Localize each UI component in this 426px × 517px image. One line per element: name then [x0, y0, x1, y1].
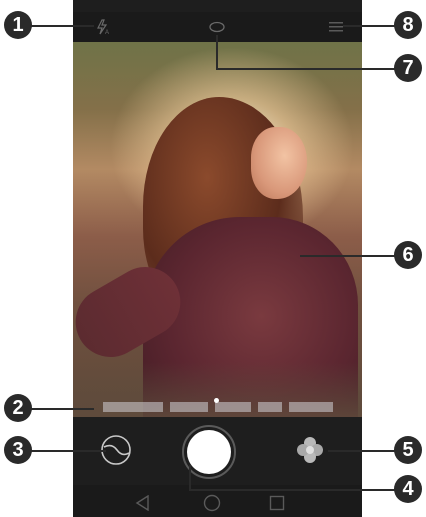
- callout-leader-4: [189, 489, 407, 491]
- camera-viewfinder[interactable]: [73, 42, 362, 417]
- camera-mode-item[interactable]: [169, 402, 208, 412]
- shutter-icon[interactable]: [187, 430, 231, 474]
- callout-3: 3: [4, 436, 32, 464]
- page-indicator-dot: [214, 398, 219, 403]
- callout-5: 5: [394, 436, 422, 464]
- home-circle-icon[interactable]: [203, 494, 221, 512]
- callout-leader-7: [216, 68, 408, 70]
- callout-7: 7: [394, 54, 422, 82]
- camera-mode-item[interactable]: [214, 402, 251, 412]
- camera-mode-item[interactable]: [257, 402, 282, 412]
- back-triangle-icon[interactable]: [135, 495, 151, 511]
- phone-screen: A: [73, 0, 362, 517]
- filter-flower-icon[interactable]: [295, 435, 325, 465]
- callout-1: 1: [4, 11, 32, 39]
- callout-6: 6: [394, 241, 422, 269]
- flash-auto-icon[interactable]: A: [95, 19, 111, 35]
- callout-leader-7: [216, 35, 218, 69]
- callout-leader-4: [189, 465, 191, 490]
- svg-text:A: A: [105, 30, 109, 35]
- recents-square-icon[interactable]: [269, 495, 285, 511]
- callout-8: 8: [394, 11, 422, 39]
- callout-leader-6: [300, 255, 408, 257]
- face-beauty-icon[interactable]: [209, 21, 225, 33]
- callout-4: 4: [394, 475, 422, 503]
- camera-mode-item[interactable]: [288, 402, 333, 412]
- menu-icon[interactable]: [329, 21, 343, 33]
- callout-2: 2: [4, 394, 32, 422]
- camera-mode-item[interactable]: [102, 402, 163, 412]
